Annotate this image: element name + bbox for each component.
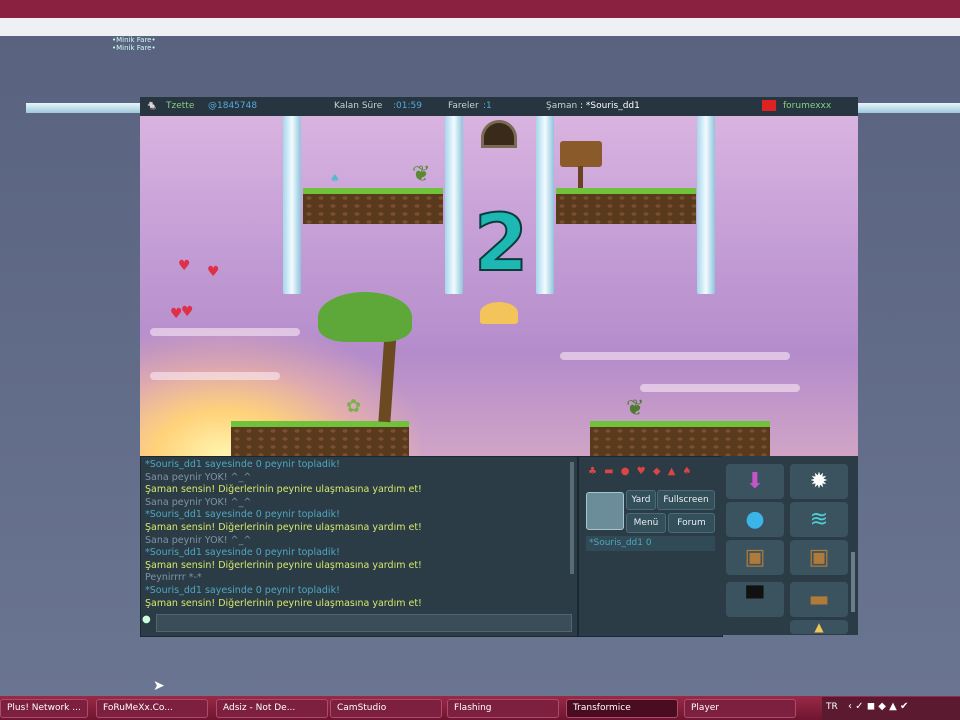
chat-bubble-icon[interactable]: ● (142, 614, 154, 630)
ground-platform (556, 188, 696, 224)
time-value: :01:59 (393, 101, 422, 111)
taskbar-item[interactable]: Plus! Network ... (0, 699, 88, 718)
mouse-cursor-icon: ➤ (153, 678, 165, 694)
arrow-down-icon[interactable]: ⬇ (726, 464, 784, 499)
box-small-icon[interactable]: ▣ (726, 540, 784, 575)
taskbar-item[interactable]: Adsiz - Not De... (216, 699, 328, 718)
mushroom-icon: ♠ (330, 172, 340, 185)
chat-line: Şaman sensin! Diğerlerinin peynire ulaşm… (145, 559, 422, 571)
wooden-sign-icon (560, 141, 602, 167)
emote-icons[interactable]: ♣ ▬ ● ♥ ◆ ▲ ♠ (588, 466, 698, 480)
yard-button[interactable]: Yard (626, 490, 656, 510)
site-header-line: •Minik Fare• (112, 44, 156, 52)
taskbar-item[interactable]: Player (684, 699, 796, 718)
site-header-text: •Minik Fare• •Minik Fare• (112, 36, 156, 52)
box-large-icon[interactable]: ▣ (790, 540, 848, 575)
ice-pillar (536, 116, 554, 294)
player-name: Tzette (166, 101, 195, 111)
ice-pillar (445, 116, 463, 294)
tray-language[interactable]: TR (826, 702, 838, 712)
chat-scrollbar[interactable] (570, 462, 574, 574)
heart-icon: ♥ (207, 264, 220, 280)
system-tray: TR ‹ ✓ ◼ ◆ ▲ ✔ (822, 697, 960, 720)
chat-line: Şaman sensin! Diğerlerinin peynire ulaşm… (145, 597, 422, 609)
taskbar-item[interactable]: CamStudio (330, 699, 442, 718)
heart-icon: ♥ (178, 258, 191, 274)
mouse-icon: 🐁 (146, 101, 158, 111)
glass-bar-left (26, 103, 140, 113)
shaman-label: Şaman (546, 101, 578, 111)
grass-icon: ✿ (346, 396, 362, 417)
chat-line: *Souris_dd1 sayesinde 0 peynir topladik! (145, 509, 340, 521)
countdown-number: 2 (473, 199, 529, 289)
taskbar-item-active[interactable]: Transformice (566, 699, 678, 718)
chat-line: Sana peynir YOK! ^_^ (145, 471, 252, 483)
browser-tab-strip (0, 18, 960, 36)
tools-scrollbar[interactable] (851, 552, 855, 612)
heart-icon: ♥ (181, 304, 194, 320)
cloud (640, 384, 800, 392)
browser-top-bar (0, 0, 960, 18)
chat-line: Sana peynir YOK! ^_^ (145, 496, 252, 508)
tray-icons[interactable]: ‹ ✓ ◼ ◆ ▲ ✔ (848, 701, 908, 712)
sign-post (578, 166, 583, 188)
ice-pillar (697, 116, 715, 294)
ice-pillar (283, 116, 301, 294)
forum-button[interactable]: Forum (668, 513, 715, 533)
player-id: @1845748 (208, 101, 258, 111)
plank-icon[interactable]: ▬ (790, 582, 848, 617)
menu-button[interactable]: Menü (626, 513, 666, 533)
cloud (150, 328, 300, 336)
mouse-hole-icon (481, 120, 517, 148)
chat-line: Peynirrrr *-* (145, 572, 202, 584)
chat-line: *Souris_dd1 sayesinde 0 peynir topladik! (145, 584, 340, 596)
palm-tree-icon (318, 292, 412, 342)
chat-line: *Souris_dd1 sayesinde 0 peynir topladik! (145, 547, 340, 559)
chat-input[interactable] (156, 614, 572, 632)
chat-line: *Souris_dd1 sayesinde 0 peynir topladik! (145, 459, 340, 470)
balloon-icon[interactable]: ● (726, 502, 784, 537)
taskbar-item[interactable]: Flashing (447, 699, 559, 718)
fullscreen-button[interactable]: Fullscreen (657, 490, 715, 510)
taskbar-item[interactable]: FoRuMeXx.Co... (96, 699, 208, 718)
shaman-value: : *Souris_dd1 (580, 101, 640, 111)
glass-bar-right (858, 103, 960, 113)
room-name: forumexxx (783, 101, 832, 111)
wind-icon[interactable]: ≋ (790, 502, 848, 537)
chat-line: Şaman sensin! Diğerlerinin peynire ulaşm… (145, 484, 422, 496)
plant-icon: ❦ (412, 162, 431, 187)
cloud (560, 352, 790, 360)
anvil-icon[interactable]: ▀ (726, 582, 784, 617)
mice-label: Fareler (448, 101, 479, 111)
bush-icon: ❦ (626, 396, 645, 421)
chat-line: Şaman sensin! Diğerlerinin peynire ulaşm… (145, 521, 422, 533)
avatar[interactable] (586, 492, 624, 530)
ground-platform (303, 188, 443, 224)
cloud (150, 372, 280, 380)
cheese-icon[interactable]: ▲ (790, 620, 848, 634)
spirit-icon[interactable]: ✹ (790, 464, 848, 499)
time-label: Kalan Süre (334, 101, 383, 111)
game-status-bar: 🐁 Tzette @1845748 Kalan Süre :01:59 Fare… (140, 97, 858, 116)
player-list-entry[interactable]: *Souris_dd1 0 (586, 536, 715, 551)
chat-log: *Souris_dd1 sayesinde 0 peynir topladik!… (145, 459, 422, 610)
mice-value: :1 (483, 101, 492, 111)
chat-panel: *Souris_dd1 sayesinde 0 peynir topladik!… (140, 456, 578, 637)
flag-icon (762, 100, 776, 111)
chat-line: Sana peynir YOK! ^_^ (145, 534, 252, 546)
site-header-line: •Minik Fare• (112, 36, 156, 44)
cheese-icon (480, 302, 518, 324)
